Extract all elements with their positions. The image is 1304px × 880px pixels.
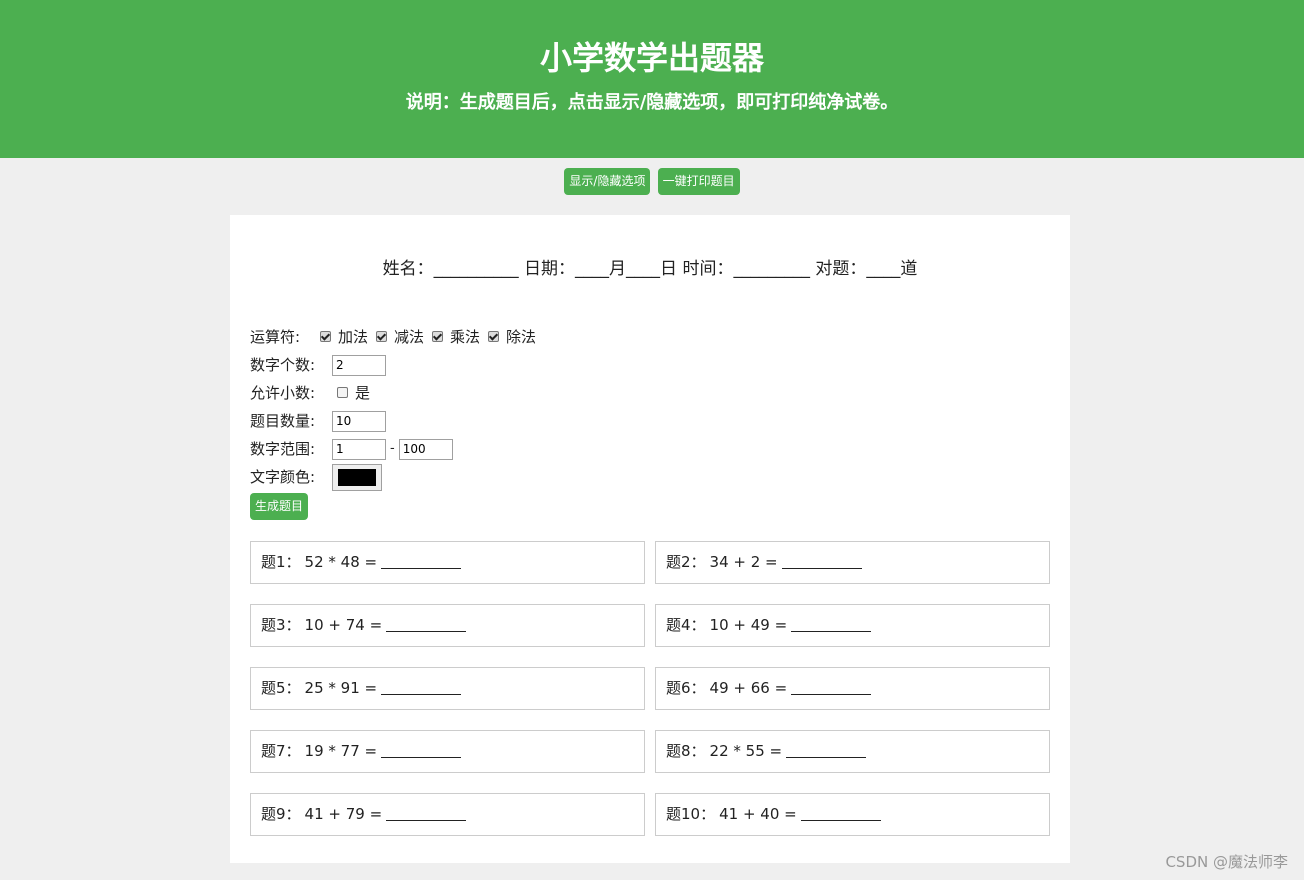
number-count-label: 数字个数: bbox=[250, 356, 316, 374]
question-label: 题5： bbox=[261, 679, 301, 697]
color-picker[interactable] bbox=[332, 463, 382, 491]
toolbar: 显示/隐藏选项 一键打印题目 bbox=[0, 168, 1304, 195]
number-count-row: 数字个数: bbox=[250, 351, 1050, 379]
answer-blank bbox=[386, 605, 467, 632]
color-label: 文字颜色: bbox=[250, 468, 316, 486]
question-expression: 34 + 2 = bbox=[709, 553, 778, 571]
color-row: 文字颜色: bbox=[250, 463, 1050, 491]
watermark: CSDN @魔法师李 bbox=[1165, 853, 1288, 871]
addition-checkbox[interactable] bbox=[320, 330, 331, 342]
answer-blank bbox=[386, 794, 467, 821]
decimal-checkbox[interactable] bbox=[337, 386, 348, 398]
student-info-line: 姓名：__________ 日期：____月____日 时间：_________… bbox=[382, 259, 918, 279]
question-item: 题5： 25 * 91 = bbox=[250, 667, 645, 710]
question-grid: 题1： 52 * 48 = 题2： 34 + 2 = 题3： 10 + 74 = 题4… bbox=[250, 541, 1050, 836]
generate-button[interactable]: 生成题目 bbox=[250, 493, 309, 520]
decimal-label: 允许小数: bbox=[250, 384, 316, 402]
worksheet-card: 姓名：__________ 日期：____月____日 时间：_________… bbox=[230, 215, 1070, 863]
operators-label: 运算符: bbox=[250, 328, 301, 346]
answer-blank bbox=[800, 794, 881, 821]
subtraction-checkbox[interactable] bbox=[376, 330, 388, 342]
answer-blank bbox=[791, 668, 872, 695]
multiplication-label: 乘法 bbox=[450, 328, 481, 346]
question-expression: 52 * 48 = bbox=[304, 553, 378, 571]
answer-blank bbox=[781, 542, 862, 569]
range-separator: - bbox=[390, 441, 395, 456]
range-min-input[interactable] bbox=[332, 438, 386, 460]
toggle-options-button[interactable]: 显示/隐藏选项 bbox=[564, 168, 651, 195]
subtraction-label: 减法 bbox=[394, 328, 425, 346]
question-expression: 25 * 91 = bbox=[304, 679, 378, 697]
division-checkbox[interactable] bbox=[488, 330, 500, 342]
question-label: 题6： bbox=[666, 679, 706, 697]
answer-blank bbox=[381, 731, 462, 758]
range-label: 数字范围: bbox=[250, 440, 316, 458]
answer-blank bbox=[381, 542, 462, 569]
answer-blank bbox=[791, 605, 872, 632]
division-label: 除法 bbox=[506, 328, 537, 346]
question-expression: 19 * 77 = bbox=[304, 742, 378, 760]
question-item: 题10： 41 + 40 = bbox=[655, 793, 1050, 836]
page-header: 小学数学出题器 说明：生成题目后，点击显示/隐藏选项，即可打印纯净试卷。 bbox=[0, 0, 1304, 158]
operators-row: 运算符: 加法 减法 乘法 除法 bbox=[250, 323, 1050, 351]
range-row: 数字范围: - bbox=[250, 435, 1050, 463]
print-button[interactable]: 一键打印题目 bbox=[657, 168, 740, 195]
options-panel: 运算符: 加法 减法 乘法 除法 数字个数: 允许小数: 是 题目数量: 数字范… bbox=[250, 323, 1050, 520]
question-count-row: 题目数量: bbox=[250, 407, 1050, 435]
question-label: 题9： bbox=[261, 805, 301, 823]
question-item: 题4： 10 + 49 = bbox=[655, 604, 1050, 647]
question-expression: 41 + 40 = bbox=[719, 805, 797, 823]
question-count-label: 题目数量: bbox=[250, 412, 316, 430]
question-item: 题2： 34 + 2 = bbox=[655, 541, 1050, 584]
question-item: 题1： 52 * 48 = bbox=[250, 541, 645, 584]
question-item: 题3： 10 + 74 = bbox=[250, 604, 645, 647]
instruction-text: 说明：生成题目后，点击显示/隐藏选项，即可打印纯净试卷。 bbox=[405, 92, 899, 113]
question-label: 题8： bbox=[666, 742, 706, 760]
question-expression: 49 + 66 = bbox=[709, 679, 788, 697]
answer-blank bbox=[381, 668, 462, 695]
question-label: 题1： bbox=[261, 553, 301, 571]
question-label: 题4： bbox=[666, 616, 706, 634]
addition-label: 加法 bbox=[338, 328, 369, 346]
question-expression: 22 * 55 = bbox=[709, 742, 783, 760]
multiplication-checkbox[interactable] bbox=[432, 330, 444, 342]
page-title: 小学数学出题器 bbox=[539, 39, 764, 77]
decimal-row: 允许小数: 是 bbox=[250, 379, 1050, 407]
question-label: 题3： bbox=[261, 616, 301, 634]
answer-blank bbox=[786, 731, 867, 758]
question-label: 题7： bbox=[261, 742, 301, 760]
question-item: 题8： 22 * 55 = bbox=[655, 730, 1050, 773]
question-item: 题9： 41 + 79 = bbox=[250, 793, 645, 836]
question-label: 题2： bbox=[666, 553, 706, 571]
question-label: 题10： bbox=[666, 805, 716, 823]
question-expression: 41 + 79 = bbox=[304, 805, 383, 823]
range-max-input[interactable] bbox=[398, 438, 453, 460]
question-item: 题7： 19 * 77 = bbox=[250, 730, 645, 773]
color-swatch bbox=[338, 468, 376, 486]
number-count-input[interactable] bbox=[332, 354, 386, 376]
decimal-option-label: 是 bbox=[355, 384, 371, 402]
question-expression: 10 + 49 = bbox=[709, 616, 788, 634]
question-item: 题6： 49 + 66 = bbox=[655, 667, 1050, 710]
question-count-input[interactable] bbox=[332, 410, 386, 432]
question-expression: 10 + 74 = bbox=[304, 616, 383, 634]
